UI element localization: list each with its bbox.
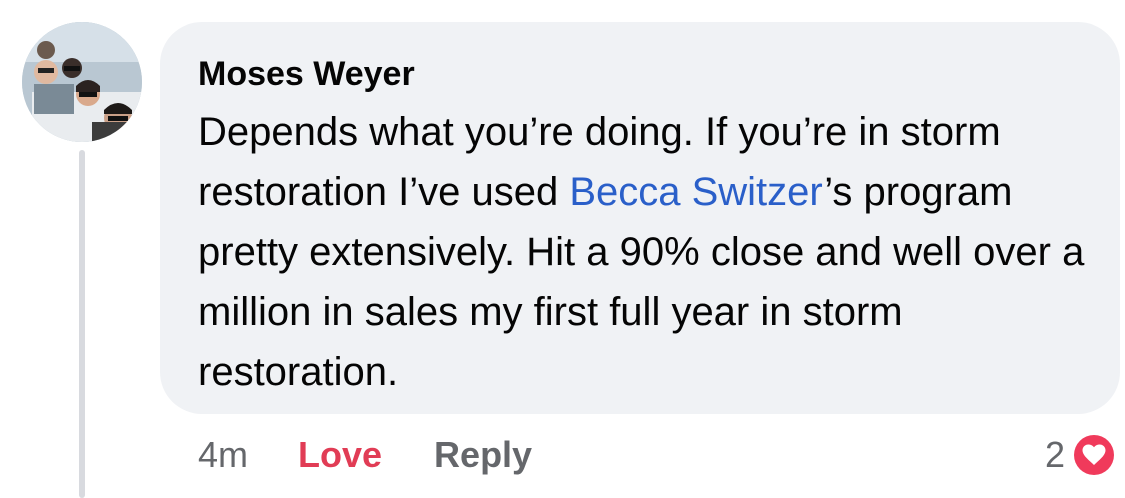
avatar-photo [22,22,142,142]
reaction-count: 2 [1044,434,1065,475]
comment-actions: 4m Love Reply [198,430,532,480]
reaction-summary[interactable]: 2 [1045,430,1117,480]
comment-time[interactable]: 4m [198,434,248,476]
avatar[interactable] [22,22,142,142]
comment-bubble: Moses Weyer Depends what you’re doing. I… [160,22,1120,414]
reply-button[interactable]: Reply [434,434,532,476]
mention-link[interactable]: Becca Switzer [569,170,824,214]
thread-line [79,150,85,498]
comment-text: Depends what you’re doing. If you’re in … [198,102,1098,402]
comment-author[interactable]: Moses Weyer [198,52,1084,96]
comment-container: Moses Weyer Depends what you’re doing. I… [0,0,1125,498]
heart-icon [1071,432,1117,478]
love-button[interactable]: Love [298,434,382,476]
